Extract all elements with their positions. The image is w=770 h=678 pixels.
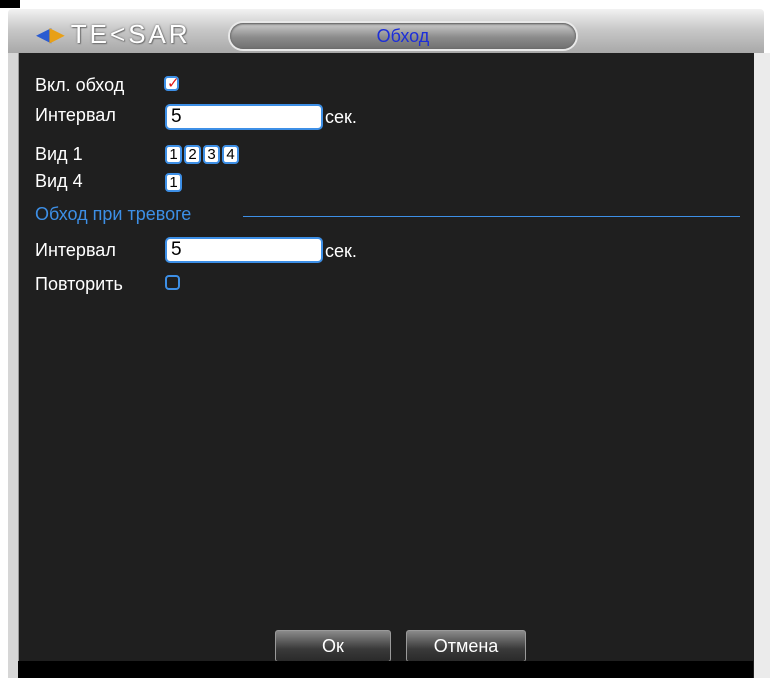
view1-label: Вид 1 (35, 144, 83, 164)
repeat-label: Повторить (35, 274, 123, 294)
corner-shadow (0, 0, 20, 8)
bottom-edge (18, 661, 753, 678)
brand-logo: ◀▶ TE<SAR (36, 19, 191, 49)
interval-input[interactable]: 5 (165, 104, 323, 130)
cancel-button[interactable]: Отмена (406, 630, 526, 662)
interval-unit: сек. (325, 107, 357, 127)
left-frame (8, 53, 18, 678)
right-frame (753, 53, 770, 678)
repeat-checkbox[interactable] (165, 275, 180, 290)
title-bar: ◀▶ TE<SAR Обход (8, 9, 764, 53)
section-divider (243, 216, 740, 217)
view1-option-4[interactable]: 4 (222, 145, 239, 164)
window-title: Обход (230, 23, 576, 49)
alarm-tour-section-title: Обход при тревоге (35, 204, 192, 224)
alarm-interval-label: Интервал (35, 240, 116, 260)
checkmark-icon: ✓ (167, 75, 180, 92)
view1-option-3[interactable]: 3 (203, 145, 220, 164)
alarm-interval-input[interactable]: 5 (165, 237, 323, 263)
logo-text: TE<SAR (70, 18, 191, 49)
interval-label: Интервал (35, 105, 116, 125)
enable-tour-label: Вкл. обход (35, 75, 125, 95)
view4-option-1[interactable]: 1 (165, 173, 182, 192)
view1-option-2[interactable]: 2 (184, 145, 201, 164)
tour-settings-window: ◀▶ TE<SAR Обход Вкл. обход ✓ Интервал 5 … (0, 0, 770, 678)
enable-tour-checkbox[interactable]: ✓ (164, 75, 180, 92)
settings-panel: Вкл. обход ✓ Интервал 5 сек. Вид 1 1 2 3… (18, 53, 754, 678)
logo-arrows-icon: ◀▶ (36, 23, 65, 46)
alarm-interval-unit: сек. (325, 241, 357, 261)
ok-button[interactable]: Ок (275, 630, 391, 662)
view4-label: Вид 4 (35, 171, 83, 191)
view1-option-1[interactable]: 1 (165, 145, 182, 164)
